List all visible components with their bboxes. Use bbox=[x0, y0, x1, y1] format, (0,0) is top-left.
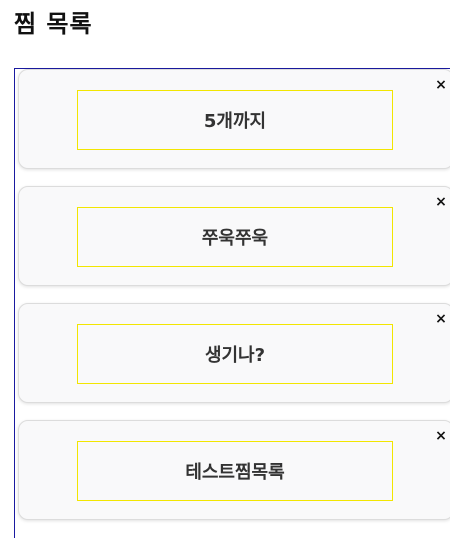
wishlist-card[interactable]: 테스트찜목록 × bbox=[18, 420, 450, 520]
close-icon[interactable]: × bbox=[432, 76, 450, 94]
wishlist-card-label[interactable]: 테스트찜목록 bbox=[77, 441, 393, 501]
wishlist-card-label[interactable]: 생기나? bbox=[77, 324, 393, 384]
close-icon[interactable]: × bbox=[432, 310, 450, 328]
close-icon[interactable]: × bbox=[432, 193, 450, 211]
close-icon[interactable]: × bbox=[432, 427, 450, 445]
page-title: 찜 목록 bbox=[14, 10, 93, 38]
wishlist-card[interactable]: 생기나? × bbox=[18, 303, 450, 403]
wishlist-card-label[interactable]: 쭈욱쭈욱 bbox=[77, 207, 393, 267]
wishlist-card[interactable]: 쭈욱쭈욱 × bbox=[18, 186, 450, 286]
wishlist-container: 5개까지 × 쭈욱쭈욱 × 생기나? × 테스트찜목록 × bbox=[14, 68, 450, 538]
wishlist-card-label[interactable]: 5개까지 bbox=[77, 90, 393, 150]
wishlist-card[interactable]: 5개까지 × bbox=[18, 69, 450, 169]
